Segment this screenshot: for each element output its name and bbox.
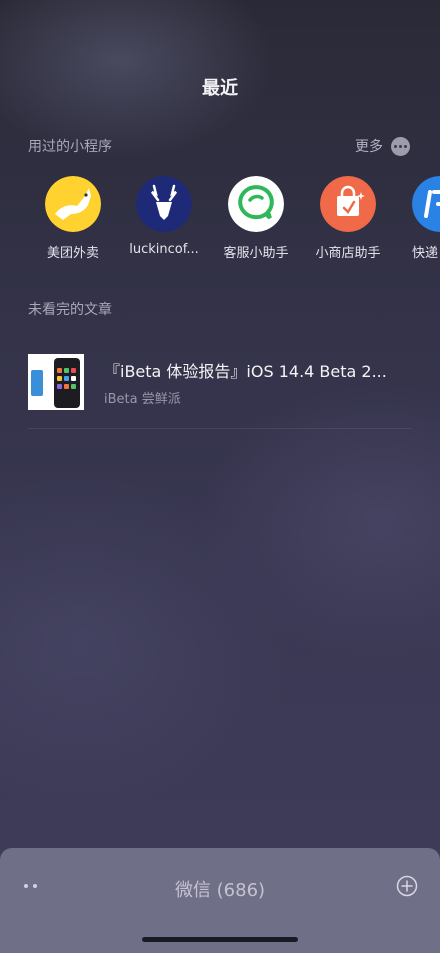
article-source: iBeta 尝鲜派 [104, 392, 181, 407]
home-indicator[interactable] [142, 937, 298, 942]
luckin-deer-icon [136, 176, 192, 232]
mini-program-meituan[interactable]: 美团外卖 [28, 176, 118, 261]
mini-program-label: luckincof... [129, 242, 199, 257]
express-logo-icon [412, 176, 440, 232]
article-thumbnail [28, 354, 84, 410]
mini-program-label: 小商店助手 [315, 246, 381, 261]
article-item[interactable]: 『iBeta 体验报告』iOS 14.4 Beta 2... iBeta 尝鲜派 [28, 352, 412, 412]
wechat-bottom-bar[interactable]: 微信 (686) [0, 848, 440, 953]
more-label: 更多 [355, 139, 383, 155]
more-dots-icon [391, 136, 410, 156]
divider [28, 428, 412, 429]
meituan-kangaroo-icon [45, 176, 101, 232]
mini-program-label: 客服小助手 [223, 246, 289, 261]
wechat-title: 微信 (686) [174, 880, 266, 901]
mini-program-express[interactable]: 快递 [395, 176, 440, 261]
page-title: 最近 [202, 78, 238, 99]
mini-program-label: 快递 [412, 246, 439, 261]
mini-programs-section-title: 用过的小程序 [28, 139, 112, 155]
mini-program-luckin[interactable]: luckincof... [119, 176, 209, 257]
plus-circle-icon [396, 875, 418, 897]
mini-program-list[interactable]: 美团外卖 luckincof... 客服小助手 小商店助手 快递 [0, 176, 440, 266]
shopping-bag-icon [320, 176, 376, 232]
add-button[interactable] [396, 875, 418, 897]
articles-section-title: 未看完的文章 [28, 302, 112, 318]
chat-bubble-icon [228, 176, 284, 232]
mini-program-customer-service[interactable]: 客服小助手 [211, 176, 301, 261]
article-title: 『iBeta 体验报告』iOS 14.4 Beta 2... [104, 362, 387, 381]
more-button[interactable]: 更多 [355, 136, 410, 156]
mini-program-label: 美团外卖 [46, 246, 99, 261]
mini-program-shop-assistant[interactable]: 小商店助手 [303, 176, 393, 261]
